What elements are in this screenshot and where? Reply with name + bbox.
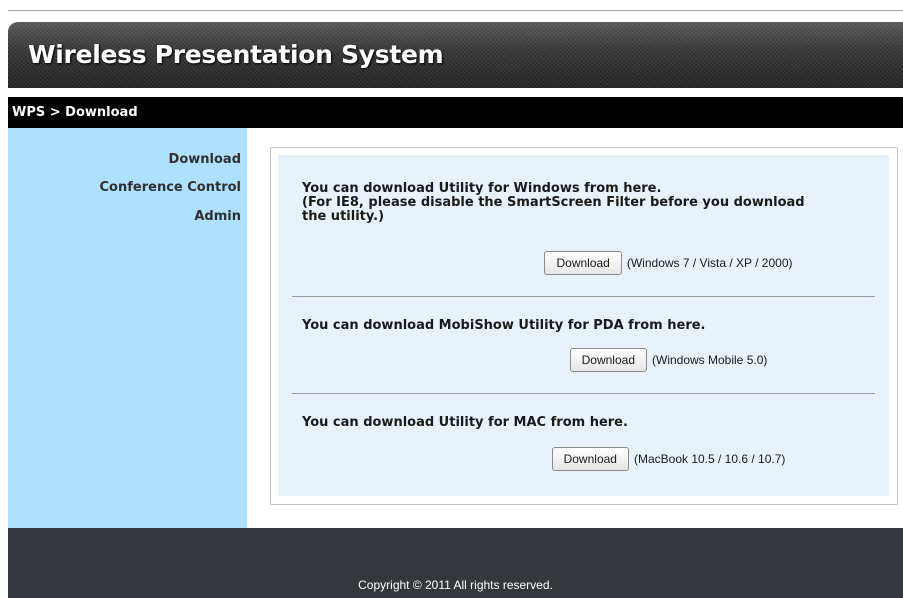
windows-section-text: You can download Utility for Windows fro… (302, 182, 872, 224)
footer: Copyright © 2011 All rights reserved. (8, 528, 903, 598)
mac-section-text: You can download Utility for MAC from he… (302, 416, 872, 430)
sidebar: Download Conference Control Admin (8, 128, 247, 528)
mac-version-note: (MacBook 10.5 / 10.6 / 10.7) (633, 452, 786, 466)
windows-download-row: Download (Windows 7 / Vista / XP / 2000) (278, 251, 889, 275)
copyright-text: Copyright © 2011 All rights reserved. (358, 578, 553, 592)
mac-line-1: You can download Utility for MAC from he… (302, 415, 628, 430)
download-panel: You can download Utility for Windows fro… (278, 155, 889, 496)
sidebar-item-download[interactable]: Download (169, 152, 241, 167)
content-frame: You can download Utility for Windows fro… (270, 147, 898, 505)
mac-download-button[interactable]: Download (551, 447, 629, 471)
mac-download-row: Download (MacBook 10.5 / 10.6 / 10.7) (278, 447, 889, 471)
breadcrumb: WPS > Download (12, 105, 138, 120)
divider (292, 393, 875, 394)
pda-line-1: You can download MobiShow Utility for PD… (302, 318, 706, 333)
header-banner: Wireless Presentation System (8, 22, 903, 88)
sidebar-item-admin[interactable]: Admin (194, 209, 241, 224)
windows-download-button[interactable]: Download (544, 251, 622, 275)
windows-line-2: (For IE8, please disable the SmartScreen… (302, 195, 805, 210)
pda-section-text: You can download MobiShow Utility for PD… (302, 319, 872, 333)
pda-download-button[interactable]: Download (569, 348, 647, 372)
app-title: Wireless Presentation System (28, 40, 444, 69)
breadcrumb-bar: WPS > Download (8, 97, 903, 128)
windows-line-3: the utility.) (302, 209, 385, 224)
windows-version-note: (Windows 7 / Vista / XP / 2000) (626, 256, 793, 270)
pda-version-note: (Windows Mobile 5.0) (652, 353, 768, 367)
divider (292, 296, 875, 297)
sidebar-item-conference-control[interactable]: Conference Control (100, 180, 241, 195)
pda-download-row: Download (Windows Mobile 5.0) (278, 348, 889, 372)
top-border (8, 10, 903, 11)
windows-line-1: You can download Utility for Windows fro… (302, 181, 662, 196)
